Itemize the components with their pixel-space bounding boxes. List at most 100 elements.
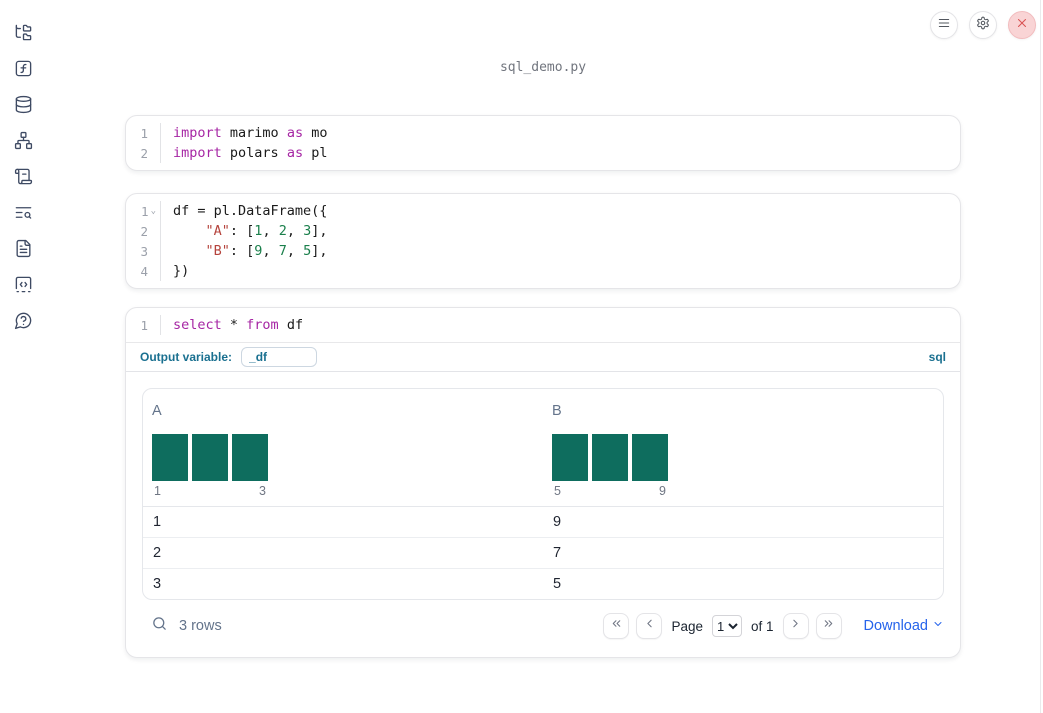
table-cell: 9 bbox=[553, 514, 562, 530]
sidebar-item-logs[interactable] bbox=[13, 167, 33, 187]
gutter-divider bbox=[160, 123, 161, 143]
axis-tick-label: 1 bbox=[154, 484, 161, 498]
histogram-bar bbox=[592, 434, 628, 481]
table-cell: 1 bbox=[153, 514, 162, 530]
code-line[interactable]: 2 import polars as pl bbox=[126, 143, 960, 163]
axis-tick-label: 3 bbox=[259, 484, 266, 498]
output-variable-input[interactable] bbox=[241, 347, 318, 367]
table-body: 192735 bbox=[143, 507, 943, 599]
sidebar-item-snippets[interactable] bbox=[13, 239, 33, 259]
code-editor-imports[interactable]: 1 import marimo as mo 2 import polars as pl bbox=[126, 116, 960, 170]
scroll-icon bbox=[14, 167, 33, 191]
cell-dataframe[interactable]: 1 ⌄ df = pl.DataFrame({ 2 "A": [1, 2, 3], 3 … bbox=[125, 193, 961, 289]
search-icon[interactable] bbox=[151, 615, 168, 637]
column-header-b[interactable]: B 59 bbox=[543, 389, 943, 506]
code-editor-dataframe[interactable]: 1 ⌄ df = pl.DataFrame({ 2 "A": [1, 2, 3], 3 … bbox=[126, 194, 960, 288]
sidebar-item-dependency-graph[interactable] bbox=[13, 131, 33, 151]
sidebar-item-data-sources[interactable] bbox=[13, 95, 33, 115]
cell-imports[interactable]: 1 import marimo as mo 2 import polars as pl bbox=[125, 115, 961, 171]
output-variable-label: Output variable: bbox=[140, 350, 233, 364]
scrollbar-track[interactable] bbox=[1040, 0, 1041, 713]
close-button[interactable] bbox=[1008, 11, 1036, 39]
axis-tick-label: 9 bbox=[659, 484, 666, 498]
gutter-divider bbox=[160, 143, 161, 163]
gutter-divider bbox=[160, 201, 161, 221]
code-content: import marimo as mo bbox=[173, 125, 328, 141]
code-line[interactable]: 1 ⌄ df = pl.DataFrame({ bbox=[126, 201, 960, 221]
function-square-icon bbox=[14, 59, 33, 83]
table-cell: 2 bbox=[153, 545, 162, 561]
code-content: }) bbox=[173, 263, 190, 279]
pagination: Page 1 of 1 Download bbox=[603, 613, 944, 639]
last-page-button[interactable] bbox=[815, 613, 842, 639]
table-row: 19 bbox=[143, 507, 943, 537]
code-line[interactable]: 4}) bbox=[126, 261, 960, 281]
column-name: A bbox=[152, 403, 162, 419]
table-cell: 7 bbox=[553, 545, 562, 561]
histogram-bar bbox=[192, 434, 228, 481]
next-page-button[interactable] bbox=[782, 613, 809, 639]
table-row: 35 bbox=[143, 568, 943, 599]
fold-chevron-icon[interactable]: ⌄ bbox=[151, 206, 156, 216]
line-number: 1 bbox=[140, 317, 148, 333]
column-histogram bbox=[552, 434, 943, 481]
code-square-icon bbox=[14, 275, 33, 299]
sidebar-item-help[interactable] bbox=[13, 311, 33, 331]
code-line[interactable]: 2 "A": [1, 2, 3], bbox=[126, 221, 960, 241]
sidebar-item-file-explorer[interactable] bbox=[13, 23, 33, 43]
table-footer: 3 rows Page 1 of 1 Download bbox=[142, 611, 944, 641]
folder-tree-icon bbox=[14, 23, 33, 47]
network-icon bbox=[14, 131, 33, 155]
database-icon bbox=[14, 95, 33, 119]
page-of-label: of 1 bbox=[750, 618, 774, 634]
page-label: Page bbox=[671, 618, 703, 634]
column-histogram bbox=[152, 434, 543, 481]
dataframe-table: A13B59 192735 bbox=[142, 388, 944, 600]
code-content: df = pl.DataFrame({ bbox=[173, 203, 328, 219]
column-name: B bbox=[552, 403, 562, 419]
histogram-bar bbox=[152, 434, 188, 481]
file-text-icon bbox=[14, 239, 33, 263]
histogram-bar bbox=[632, 434, 668, 481]
chevrons-left-icon bbox=[610, 617, 623, 635]
sidebar bbox=[0, 0, 46, 713]
gutter-divider bbox=[160, 221, 161, 241]
cell-output: A13B59 192735 3 rows Page 1 of 1 Downloa… bbox=[126, 372, 960, 657]
chevron-right-icon bbox=[789, 617, 802, 635]
download-button[interactable]: Download bbox=[864, 618, 945, 634]
page-select[interactable]: 1 bbox=[711, 615, 742, 637]
help-circle-icon bbox=[14, 311, 33, 335]
histogram-axis: 59 bbox=[552, 484, 668, 498]
gutter-divider bbox=[160, 315, 161, 335]
table-row: 27 bbox=[143, 537, 943, 568]
histogram-bar bbox=[232, 434, 268, 481]
line-number: 1 ⌄ bbox=[141, 203, 156, 219]
chevron-left-icon bbox=[643, 617, 656, 635]
code-editor-sql[interactable]: 1 select * from df bbox=[126, 308, 960, 342]
notebook-filename[interactable]: sql_demo.py bbox=[125, 60, 961, 75]
row-count: 3 rows bbox=[179, 618, 222, 634]
line-number: 1 bbox=[140, 125, 148, 141]
cell-sql[interactable]: 1 select * from df Output variable: sql A… bbox=[125, 307, 961, 658]
table-cell: 3 bbox=[153, 576, 162, 592]
sidebar-item-code-panel[interactable] bbox=[13, 275, 33, 295]
histogram-axis: 13 bbox=[152, 484, 268, 498]
chevrons-right-icon bbox=[822, 617, 835, 635]
column-header-a[interactable]: A13 bbox=[143, 389, 543, 506]
code-content: import polars as pl bbox=[173, 145, 328, 161]
text-search-icon bbox=[14, 203, 33, 227]
code-line[interactable]: 1 select * from df bbox=[126, 315, 960, 335]
language-badge: sql bbox=[928, 350, 946, 364]
sidebar-item-scratchpad-search[interactable] bbox=[13, 203, 33, 223]
code-line[interactable]: 3 "B": [9, 7, 5], bbox=[126, 241, 960, 261]
table-cell: 5 bbox=[553, 576, 562, 592]
code-line[interactable]: 1 import marimo as mo bbox=[126, 123, 960, 143]
settings-button[interactable] bbox=[969, 11, 997, 39]
download-label: Download bbox=[863, 618, 929, 634]
first-page-button[interactable] bbox=[603, 613, 630, 639]
table-header-row: A13B59 bbox=[143, 389, 943, 507]
sidebar-item-variables[interactable] bbox=[13, 59, 33, 79]
prev-page-button[interactable] bbox=[636, 613, 663, 639]
notebook: sql_demo.py 1 import marimo as mo 2 import … bbox=[125, 0, 961, 658]
gutter-divider bbox=[160, 241, 161, 261]
